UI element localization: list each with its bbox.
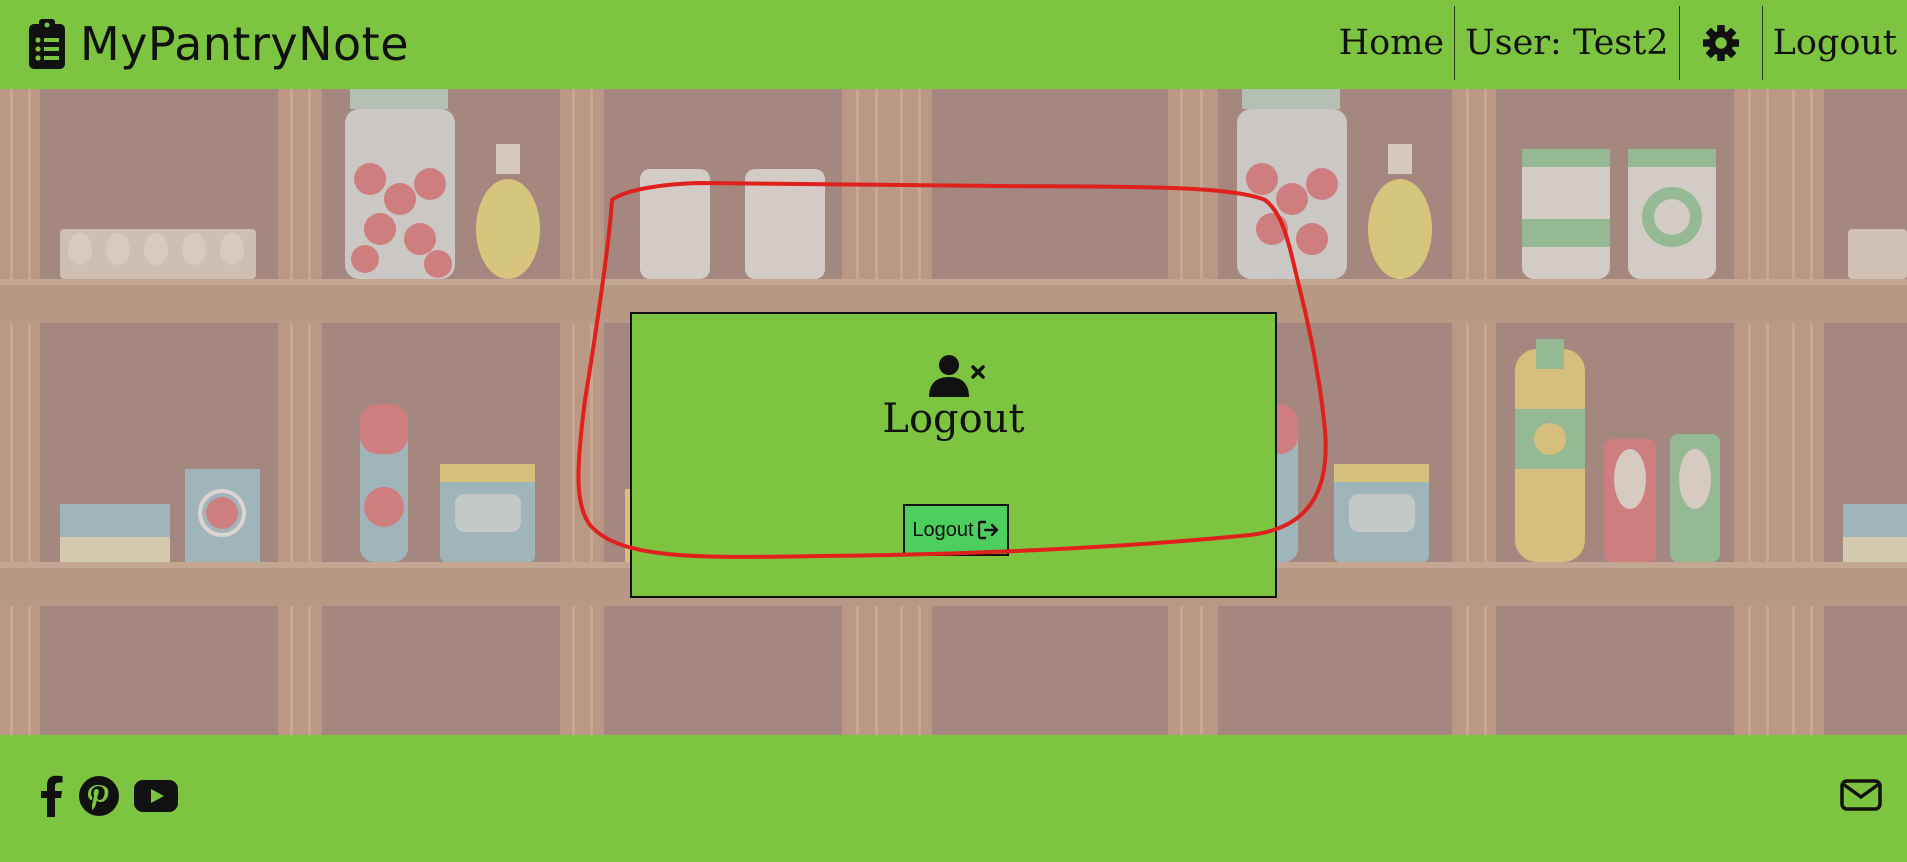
footer (0, 735, 1907, 862)
nav-home-link[interactable]: Home (1329, 5, 1455, 81)
logout-modal: Logout Logout (630, 312, 1277, 598)
top-navbar: MyPantryNote Home User: Test2 Logout (0, 0, 1907, 89)
pantry-background: Logout Logout (0, 89, 1907, 735)
sign-out-icon (977, 520, 998, 540)
user-times-icon (929, 355, 985, 397)
envelope-icon[interactable] (1840, 779, 1882, 811)
youtube-icon[interactable] (134, 780, 178, 812)
brand-name: MyPantryNote (80, 17, 409, 71)
social-links (40, 775, 178, 817)
pinterest-icon[interactable] (78, 775, 120, 817)
brand[interactable]: MyPantryNote (28, 14, 409, 74)
settings-button[interactable] (1680, 5, 1762, 81)
gear-icon (1702, 24, 1739, 62)
facebook-icon[interactable] (40, 775, 64, 817)
nav-user-label[interactable]: User: Test2 (1455, 5, 1678, 81)
clipboard-icon (29, 19, 65, 69)
nav-logout-link[interactable]: Logout (1763, 5, 1907, 81)
nav-menu: Home User: Test2 Logout (1329, 5, 1907, 81)
logout-button[interactable]: Logout (903, 504, 1009, 556)
logout-button-label: Logout (912, 518, 974, 541)
modal-title: Logout (882, 396, 1025, 442)
